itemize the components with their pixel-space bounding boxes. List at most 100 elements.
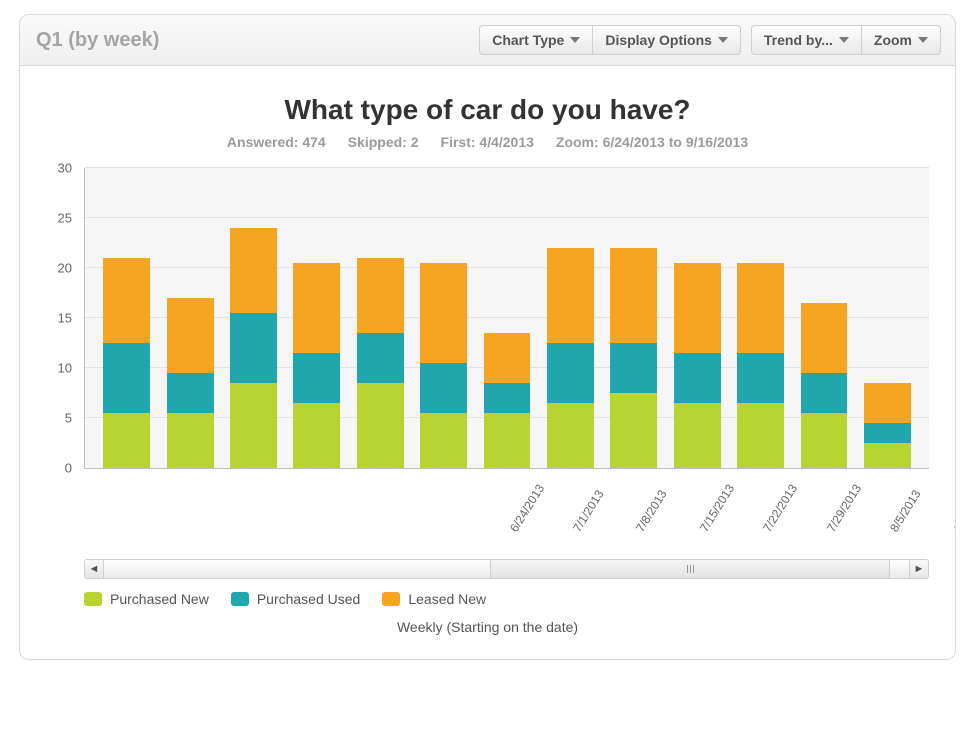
legend: Purchased New Purchased Used Leased New: [84, 591, 929, 607]
scroll-track[interactable]: [104, 560, 909, 578]
x-axis-area: 6/24/20137/1/20137/8/20137/15/20137/22/2…: [46, 469, 929, 555]
bar-segment[interactable]: [610, 343, 657, 393]
chart-footer: Weekly (Starting on the date): [46, 619, 929, 635]
y-tick: 25: [46, 211, 72, 226]
display-options-button[interactable]: Display Options: [592, 25, 741, 55]
bar-segment[interactable]: [230, 228, 277, 313]
chart-type-button[interactable]: Chart Type: [479, 25, 593, 55]
bar-segment[interactable]: [674, 353, 721, 403]
bar-segment[interactable]: [547, 343, 594, 403]
bar-stack: [167, 298, 214, 468]
bar-segment[interactable]: [674, 263, 721, 353]
bar-segment[interactable]: [357, 383, 404, 468]
chart-area: 051015202530: [46, 168, 929, 469]
bar-segment[interactable]: [547, 248, 594, 343]
bar-segment[interactable]: [801, 303, 848, 373]
bar-segment[interactable]: [167, 298, 214, 373]
bar-segment[interactable]: [864, 423, 911, 443]
x-tick-label: 8/12/2013: [951, 473, 956, 527]
toolbar-group-left: Chart Type Display Options: [479, 25, 741, 55]
bar-segment[interactable]: [801, 373, 848, 413]
bar-column: [349, 168, 412, 468]
x-tick-label: 7/22/2013: [760, 473, 794, 527]
plot-area: [84, 168, 929, 469]
meta-answered-label: Answered:: [227, 134, 299, 150]
y-tick: 20: [46, 261, 72, 276]
bar-segment[interactable]: [420, 363, 467, 413]
x-tick-label: 7/1/2013: [570, 473, 604, 527]
bar-segment[interactable]: [484, 413, 531, 468]
legend-item[interactable]: Leased New: [382, 591, 486, 607]
bar-segment[interactable]: [610, 248, 657, 343]
legend-label: Purchased New: [110, 591, 209, 607]
triangle-right-icon: ►: [914, 563, 925, 575]
scroll-right-button[interactable]: ►: [909, 560, 928, 578]
bar-column: [602, 168, 665, 468]
x-tick-label: 6/24/2013: [507, 473, 541, 527]
bar-segment[interactable]: [420, 413, 467, 468]
legend-label: Leased New: [408, 591, 486, 607]
time-scrollbar[interactable]: ◄ ►: [84, 559, 929, 579]
bar-column: [95, 168, 158, 468]
legend-item[interactable]: Purchased New: [84, 591, 209, 607]
meta-first: First: 4/4/2013: [441, 134, 534, 150]
bar-segment[interactable]: [674, 403, 721, 468]
meta-answered: Answered: 474: [227, 134, 326, 150]
bar-stack: [230, 228, 277, 468]
bar-segment[interactable]: [167, 413, 214, 468]
bar-segment[interactable]: [864, 443, 911, 468]
bar-column: [285, 168, 348, 468]
legend-label: Purchased Used: [257, 591, 361, 607]
bar-segment[interactable]: [293, 353, 340, 403]
bar-segment[interactable]: [167, 373, 214, 413]
bar-segment[interactable]: [547, 403, 594, 468]
y-tick: 5: [46, 411, 72, 426]
bar-segment[interactable]: [103, 258, 150, 343]
scroll-thumb[interactable]: [490, 560, 889, 578]
chevron-down-icon: [839, 37, 849, 43]
bar-segment[interactable]: [737, 403, 784, 468]
bar-column: [666, 168, 729, 468]
meta-answered-value: 474: [302, 134, 325, 150]
bar-stack: [801, 303, 848, 468]
bar-segment[interactable]: [103, 343, 150, 413]
legend-swatch: [231, 592, 249, 606]
legend-item[interactable]: Purchased Used: [231, 591, 361, 607]
bar-column: [856, 168, 919, 468]
bar-segment[interactable]: [737, 263, 784, 353]
display-options-label: Display Options: [605, 32, 712, 48]
bar-stack: [864, 383, 911, 468]
y-tick: 10: [46, 361, 72, 376]
panel-header: Q1 (by week) Chart Type Display Options …: [20, 15, 955, 66]
bar-column: [729, 168, 792, 468]
bar-stack: [103, 258, 150, 468]
bar-segment[interactable]: [737, 353, 784, 403]
trend-by-button[interactable]: Trend by...: [751, 25, 862, 55]
bar-segment[interactable]: [801, 413, 848, 468]
chart-meta: Answered: 474 Skipped: 2 First: 4/4/2013…: [46, 134, 929, 150]
scroll-left-button[interactable]: ◄: [85, 560, 104, 578]
bar-segment[interactable]: [230, 313, 277, 383]
bar-segment[interactable]: [420, 263, 467, 363]
y-tick: 15: [46, 311, 72, 326]
bar-segment[interactable]: [484, 383, 531, 413]
bar-segment[interactable]: [293, 263, 340, 353]
bar-segment[interactable]: [357, 258, 404, 333]
bar-stack: [547, 248, 594, 468]
meta-zoom-label: Zoom:: [556, 134, 599, 150]
bar-segment[interactable]: [293, 403, 340, 468]
bar-stack: [420, 263, 467, 468]
bar-segment[interactable]: [484, 333, 531, 383]
bar-segment[interactable]: [230, 383, 277, 468]
trend-by-label: Trend by...: [764, 32, 833, 48]
bar-segment[interactable]: [864, 383, 911, 423]
chart-panel: Q1 (by week) Chart Type Display Options …: [19, 14, 956, 660]
meta-first-label: First:: [441, 134, 476, 150]
panel-title: Q1 (by week): [36, 29, 159, 52]
zoom-button[interactable]: Zoom: [861, 25, 941, 55]
chart-type-label: Chart Type: [492, 32, 564, 48]
bar-segment[interactable]: [357, 333, 404, 383]
bar-segment[interactable]: [610, 393, 657, 468]
bar-segment[interactable]: [103, 413, 150, 468]
x-axis-labels: 6/24/20137/1/20137/8/20137/15/20137/22/2…: [84, 469, 929, 527]
